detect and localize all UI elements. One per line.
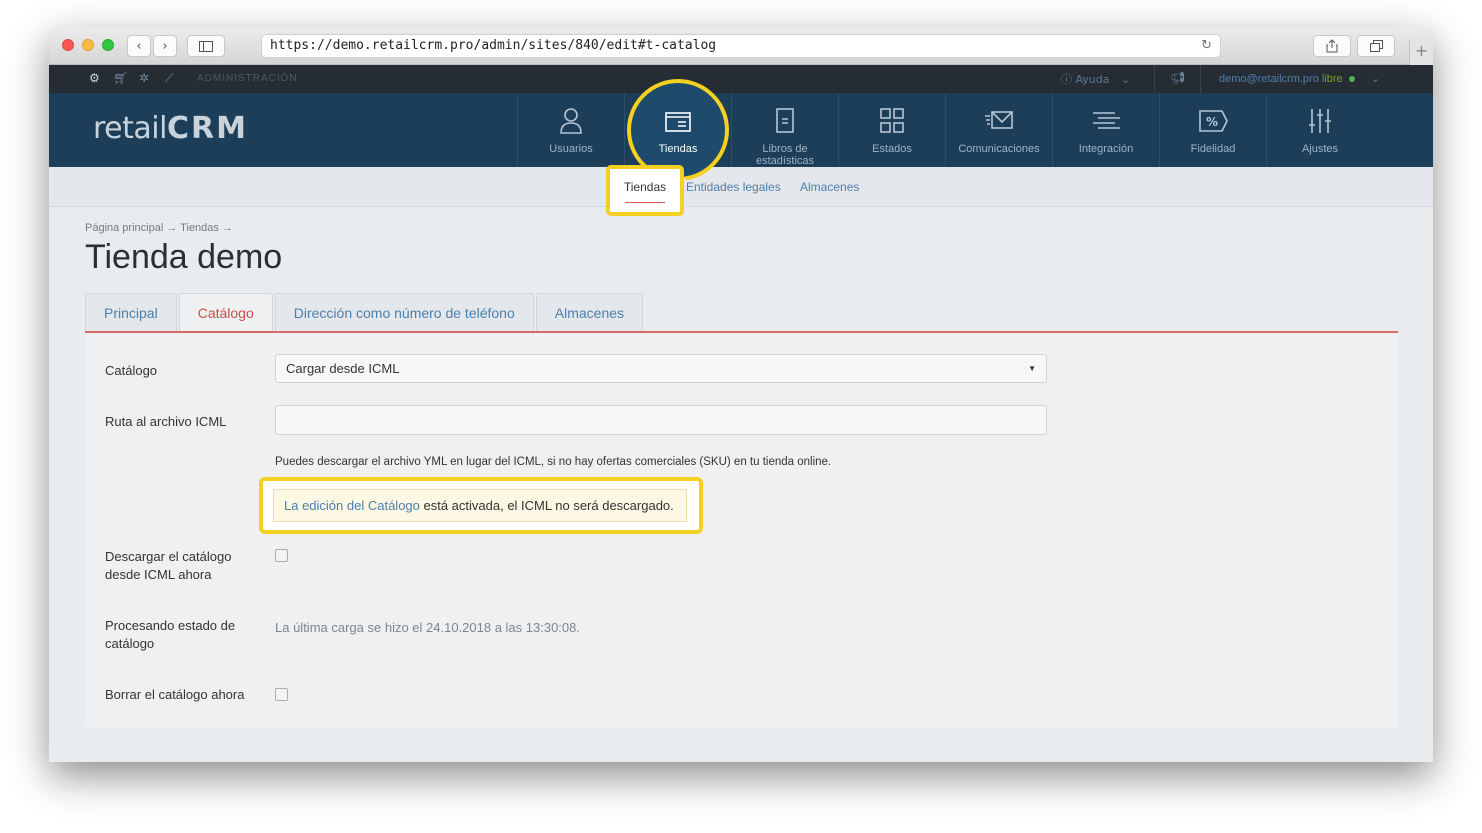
nav-label: Fidelidad bbox=[1190, 143, 1236, 155]
nav-item-fidelidad[interactable]: % Fidelidad bbox=[1159, 93, 1266, 167]
svg-text:%: % bbox=[1206, 115, 1218, 129]
admin-section-label: ADMINISTRACIÓN bbox=[197, 73, 298, 84]
zoom-window-button[interactable] bbox=[102, 39, 114, 51]
delete-catalog-checkbox[interactable] bbox=[275, 688, 288, 701]
tab-catalogo[interactable]: Catálogo bbox=[178, 293, 273, 332]
cart-icon[interactable]: 🛒︎ bbox=[113, 71, 128, 85]
lines-icon bbox=[1093, 112, 1120, 129]
active-underline bbox=[625, 202, 665, 203]
icml-path-input[interactable] bbox=[275, 405, 1047, 435]
notice-highlight: La edición del Catálogo está activada, e… bbox=[259, 477, 703, 534]
close-window-button[interactable] bbox=[62, 39, 74, 51]
catalog-panel: Catálogo Cargar desde ICML ▼ Ruta al arc… bbox=[85, 331, 1398, 727]
breadcrumb[interactable]: Página principal → Tiendas → bbox=[85, 222, 233, 234]
user-email: demo@retailcrm.pro bbox=[1219, 73, 1319, 85]
caret-down-icon: ▼ bbox=[1028, 364, 1036, 373]
online-status-dot bbox=[1348, 76, 1355, 83]
nav-label: Estados bbox=[872, 143, 912, 155]
page-content: Página principal → Tiendas → Tienda demo… bbox=[49, 208, 1433, 762]
new-tab-button[interactable]: + bbox=[1409, 39, 1433, 65]
subnav-almacenes[interactable]: Almacenes bbox=[800, 180, 859, 194]
tab-direccion-telefono[interactable]: Dirección como número de teléfono bbox=[274, 293, 534, 332]
chevron-down-icon: ⌄ bbox=[1370, 73, 1380, 85]
percent-tag-icon: % bbox=[1199, 110, 1228, 132]
chevron-left-icon: ‹ bbox=[136, 38, 142, 54]
nav-label: Tiendas bbox=[658, 143, 698, 155]
admin-top-bar: ⚙ 🛒︎ ✲ ⟋ ADMINISTRACIÓN ⓘ Ayuda ⌄ 📢︎ dem… bbox=[49, 65, 1433, 93]
tab-principal[interactable]: Principal bbox=[85, 293, 177, 332]
user-icon bbox=[560, 108, 582, 134]
subnav-tiendas[interactable]: Tiendas bbox=[606, 165, 684, 216]
address-bar[interactable]: https://demo.retailcrm.pro/admin/sites/8… bbox=[261, 34, 1221, 58]
nav-label: Ajustes bbox=[1301, 143, 1339, 155]
sliders-icon bbox=[1309, 109, 1331, 133]
nav-label: Libros de estadísticas bbox=[755, 143, 815, 167]
browser-toolbar: ‹ › https://demo.retailcrm.pro/admin/sit… bbox=[49, 27, 1433, 65]
help-menu[interactable]: ⓘ Ayuda ⌄ bbox=[1061, 71, 1130, 87]
nav-item-comunicaciones[interactable]: Comunicaciones bbox=[945, 93, 1052, 167]
nav-item-ajustes[interactable]: Ajustes bbox=[1266, 93, 1373, 167]
page-tabs: Principal Catálogo Dirección como número… bbox=[85, 293, 645, 332]
icml-path-label: Ruta al archivo ICML bbox=[105, 414, 227, 429]
nav-label: Integración bbox=[1078, 143, 1134, 155]
subnav-entidades-legales[interactable]: Entidades legales bbox=[686, 180, 781, 194]
chevron-down-icon: ⌄ bbox=[1120, 73, 1131, 86]
catalog-select-value: Cargar desde ICML bbox=[286, 361, 400, 376]
sub-nav: Entidades legales Almacenes bbox=[49, 167, 1433, 207]
chevron-right-icon: › bbox=[162, 38, 168, 54]
catalog-label: Catálogo bbox=[105, 363, 158, 378]
grid-icon bbox=[880, 108, 904, 133]
yml-hint: Puedes descargar el archivo YML en lugar… bbox=[275, 456, 832, 468]
store-window-icon bbox=[665, 112, 691, 132]
nav-item-estados[interactable]: Estados bbox=[838, 93, 945, 167]
settings-cog-icon[interactable]: ✲ bbox=[139, 71, 149, 85]
tabs-icon bbox=[1369, 40, 1383, 52]
tabs-overview-button[interactable] bbox=[1357, 35, 1395, 57]
minimize-window-button[interactable] bbox=[82, 39, 94, 51]
document-icon bbox=[776, 108, 794, 133]
processing-status-value: La última carga se hizo el 24.10.2018 a … bbox=[275, 620, 580, 635]
plan-badge: libre bbox=[1321, 73, 1343, 85]
page-title: Tienda demo bbox=[85, 238, 283, 276]
catalog-edit-link[interactable]: La edición del Catálogo bbox=[284, 498, 420, 513]
download-now-checkbox[interactable] bbox=[275, 549, 288, 562]
gear-icon[interactable]: ⚙ bbox=[89, 71, 100, 85]
sidebar-toggle-button[interactable] bbox=[187, 35, 225, 57]
analytics-icon[interactable]: ⟋ bbox=[165, 71, 173, 86]
nav-item-integracion[interactable]: Integración bbox=[1052, 93, 1159, 167]
back-button[interactable]: ‹ bbox=[127, 35, 151, 57]
user-menu[interactable]: demo@retailcrm.pro libre ⌄ bbox=[1219, 72, 1380, 85]
share-icon bbox=[1326, 39, 1338, 53]
help-label: Ayuda bbox=[1075, 73, 1110, 86]
catalog-edit-notice: La edición del Catálogo está activada, e… bbox=[273, 489, 687, 522]
divider bbox=[1200, 65, 1201, 93]
main-header: retailCRM Usuarios Libros de estadística… bbox=[49, 93, 1433, 167]
delete-catalog-label: Borrar el catálogo ahora bbox=[105, 687, 245, 702]
download-now-label: Descargar el catálogo desde ICML ahora bbox=[105, 549, 232, 582]
megaphone-icon[interactable]: 📢︎ bbox=[1170, 71, 1185, 85]
subnav-tiendas-label: Tiendas bbox=[623, 180, 667, 194]
reload-icon[interactable]: ↻ bbox=[1201, 35, 1212, 57]
divider bbox=[1154, 65, 1155, 93]
mail-icon bbox=[985, 111, 1013, 129]
notice-text: está activada, el ICML no será descargad… bbox=[419, 498, 674, 513]
processing-status-label: Procesando estado de catálogo bbox=[105, 618, 236, 651]
retailcrm-logo[interactable]: retailCRM bbox=[93, 111, 248, 146]
browser-window: ‹ › https://demo.retailcrm.pro/admin/sit… bbox=[49, 27, 1433, 762]
nav-item-libros-de-estadisticas[interactable]: Libros de estadísticas bbox=[731, 93, 838, 167]
tab-almacenes[interactable]: Almacenes bbox=[535, 293, 644, 332]
nav-label: Comunicaciones bbox=[958, 143, 1040, 155]
nav-label: Usuarios bbox=[549, 143, 593, 155]
nav-item-usuarios[interactable]: Usuarios bbox=[517, 93, 624, 167]
sidebar-icon bbox=[199, 40, 213, 52]
url-text: https://demo.retailcrm.pro/admin/sites/8… bbox=[270, 38, 717, 53]
forward-button[interactable]: › bbox=[153, 35, 177, 57]
share-button[interactable] bbox=[1313, 35, 1351, 57]
help-icon: ⓘ bbox=[1061, 73, 1072, 86]
catalog-select[interactable]: Cargar desde ICML ▼ bbox=[275, 354, 1047, 383]
plus-icon: + bbox=[1414, 41, 1429, 60]
